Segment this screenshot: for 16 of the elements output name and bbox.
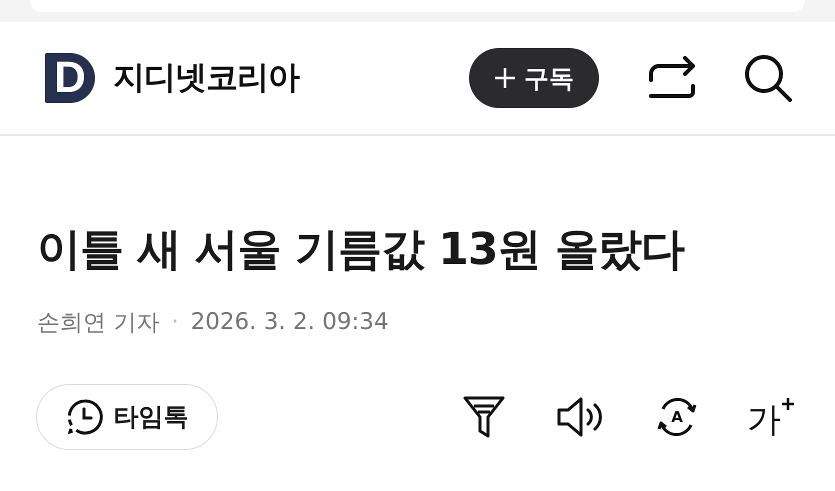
site-name: 지디넷코리아: [113, 57, 300, 98]
article-headline: 이틀 새 서울 기름값 13원 올랐다: [37, 224, 686, 277]
speaker-icon[interactable]: [557, 396, 605, 438]
plus-icon: [494, 67, 516, 89]
separator: ·: [171, 309, 179, 336]
chat-clock-icon: [66, 398, 104, 436]
logo-icon: D: [45, 53, 95, 103]
font-size-button[interactable]: 가: [747, 396, 795, 437]
byline: 손희연 기자: [37, 308, 160, 338]
timetalk-button[interactable]: 타임톡: [36, 384, 218, 450]
filter-icon[interactable]: [463, 394, 505, 439]
share-icon[interactable]: [647, 56, 697, 100]
plus-icon: [781, 396, 795, 411]
subscribe-button[interactable]: 구독: [469, 48, 599, 108]
search-icon[interactable]: [743, 53, 793, 103]
publish-date: 2026. 3. 2. 09:34: [190, 309, 389, 336]
